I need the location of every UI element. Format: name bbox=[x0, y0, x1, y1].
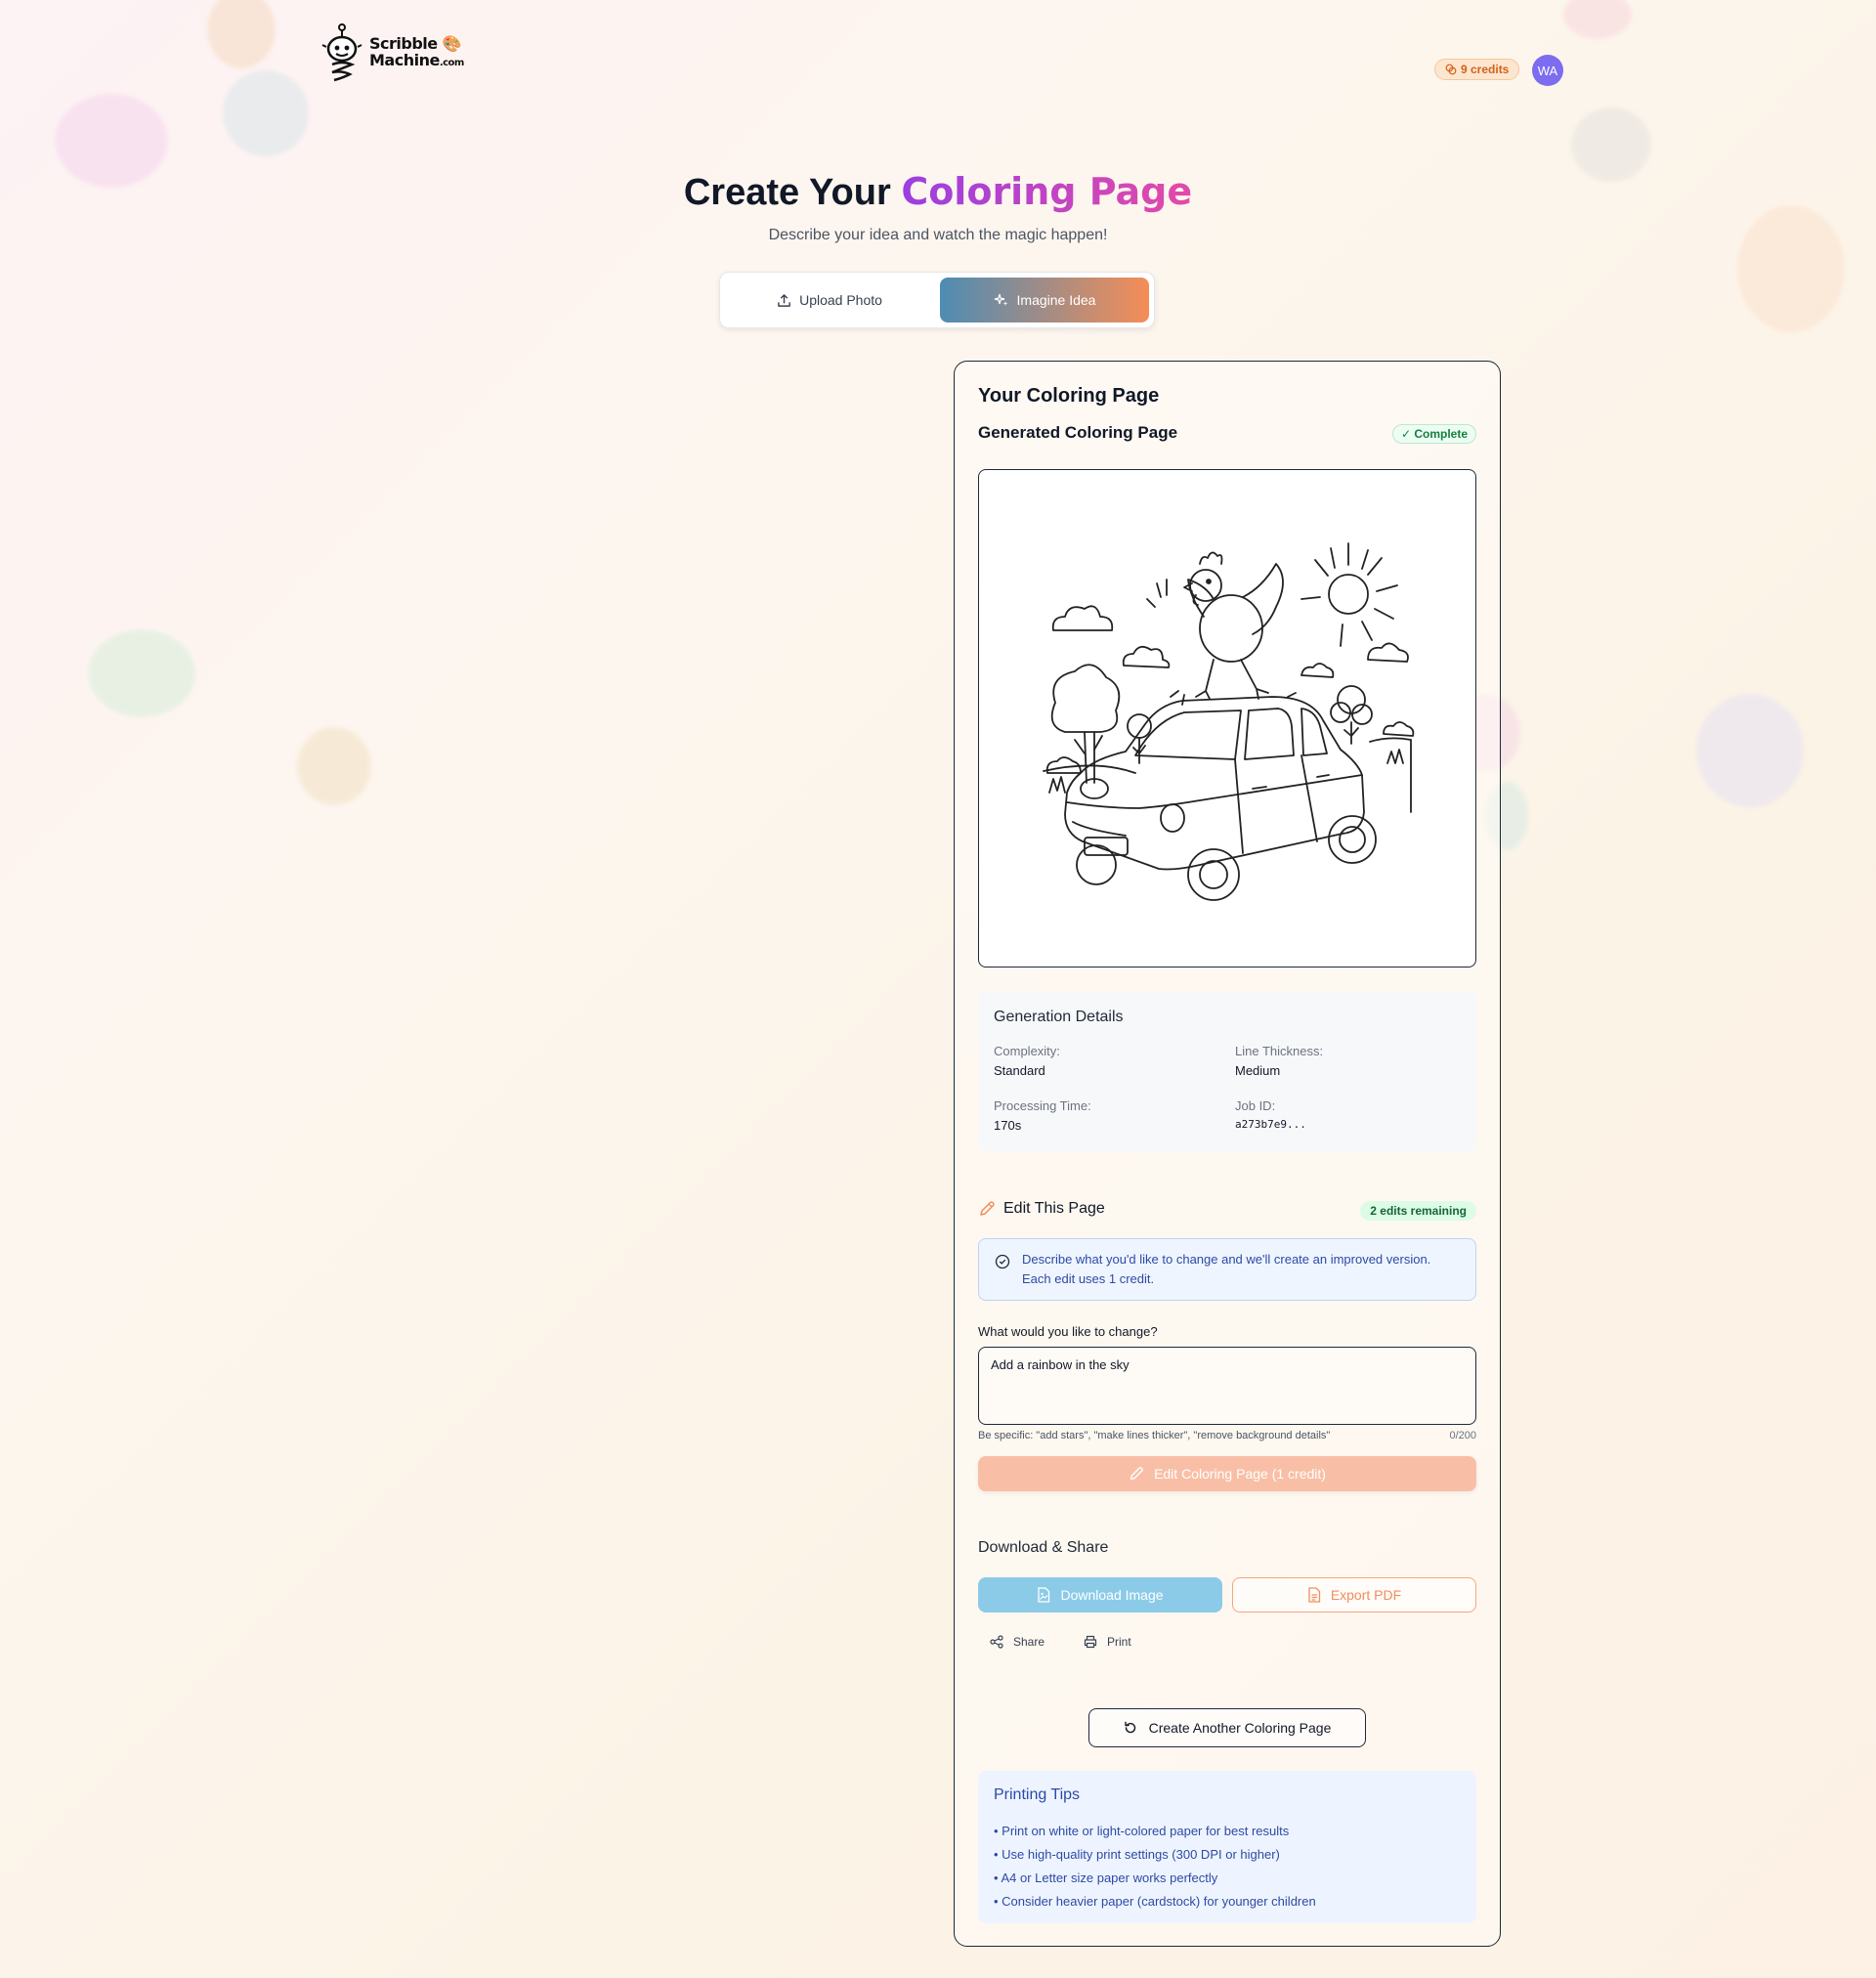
result-title: Your Coloring Page bbox=[978, 385, 1160, 407]
user-avatar[interactable]: WA bbox=[1532, 55, 1563, 86]
background-blob bbox=[1737, 205, 1845, 332]
line-thickness-value: Medium bbox=[1235, 1063, 1281, 1078]
processing-time-value: 170s bbox=[994, 1118, 1022, 1133]
download-section-title: Download & Share bbox=[978, 1539, 1109, 1556]
printing-tip: • Use high-quality print settings (300 D… bbox=[994, 1847, 1280, 1862]
pencil-icon bbox=[1130, 1467, 1143, 1481]
edit-hint: Be specific: "add stars", "make lines th… bbox=[978, 1430, 1331, 1441]
coins-icon bbox=[1445, 64, 1457, 75]
pencil-icon bbox=[980, 1201, 995, 1216]
create-another-button[interactable]: Create Another Coloring Page bbox=[1088, 1708, 1366, 1747]
avatar-initials: WA bbox=[1537, 63, 1558, 78]
background-blob bbox=[88, 629, 195, 717]
result-subtitle: Generated Coloring Page bbox=[978, 423, 1178, 442]
share-icon bbox=[990, 1635, 1003, 1649]
background-blob bbox=[1563, 0, 1632, 39]
printer-icon bbox=[1084, 1635, 1097, 1649]
coloring-page-illustration bbox=[1043, 542, 1415, 901]
brand-logo[interactable]: Scribble 🎨 Machine.com bbox=[320, 22, 467, 82]
printing-tip: • A4 or Letter size paper works perfectl… bbox=[994, 1870, 1218, 1885]
brand-name-suffix: .com bbox=[439, 58, 465, 68]
printing-tip: • Print on white or light-colored paper … bbox=[994, 1824, 1290, 1838]
imagine-idea-tab[interactable]: Imagine Idea bbox=[940, 278, 1149, 322]
generation-details-title: Generation Details bbox=[994, 1009, 1124, 1025]
edit-coloring-page-label: Edit Coloring Page (1 credit) bbox=[1154, 1466, 1326, 1482]
upload-photo-label: Upload Photo bbox=[799, 292, 882, 308]
edit-info-text: Describe what you'd like to change and w… bbox=[1022, 1252, 1431, 1286]
edit-section-title: Edit This Page bbox=[1003, 1200, 1105, 1217]
brand-name-line2: Machine bbox=[369, 51, 440, 69]
export-pdf-label: Export PDF bbox=[1330, 1587, 1402, 1603]
sun-rays bbox=[1300, 542, 1398, 647]
image-file-icon bbox=[1038, 1587, 1050, 1603]
complexity-label: Complexity: bbox=[994, 1044, 1060, 1058]
page-title-part1: Create Your bbox=[683, 172, 902, 213]
imagine-idea-label: Imagine Idea bbox=[1016, 292, 1096, 308]
job-id-label: Job ID: bbox=[1235, 1098, 1276, 1113]
edit-section-header: Edit This Page bbox=[978, 1200, 1105, 1218]
sparkles-icon bbox=[994, 293, 1008, 306]
document-icon bbox=[1308, 1587, 1320, 1603]
robot-mascot-icon bbox=[321, 23, 362, 82]
printing-tips-title: Printing Tips bbox=[994, 1786, 1081, 1803]
edit-info-box: Describe what you'd like to change and w… bbox=[978, 1238, 1476, 1301]
status-badge: ✓ Complete bbox=[1391, 424, 1476, 444]
share-label: Share bbox=[1013, 1635, 1045, 1649]
edit-request-input[interactable]: Add a rainbow in the sky bbox=[978, 1347, 1476, 1425]
char-count: 0/200 bbox=[1449, 1430, 1476, 1441]
page-title: Create Your Coloring Page bbox=[0, 170, 1876, 214]
background-blob bbox=[297, 727, 371, 805]
result-panel: Your Coloring Page Generated Coloring Pa… bbox=[954, 361, 1501, 1947]
job-id-value: a273b7e9... bbox=[1235, 1118, 1306, 1131]
download-image-label: Download Image bbox=[1060, 1587, 1164, 1603]
upload-icon bbox=[778, 293, 790, 307]
download-image-button[interactable]: Download Image bbox=[978, 1577, 1222, 1612]
create-another-label: Create Another Coloring Page bbox=[1148, 1720, 1332, 1736]
printing-tips: Printing Tips • Print on white or light-… bbox=[978, 1771, 1476, 1923]
brand-name: Scribble 🎨 Machine.com bbox=[369, 35, 464, 71]
print-label: Print bbox=[1107, 1635, 1131, 1649]
page-title-accent: Coloring Page bbox=[901, 170, 1193, 213]
line-thickness-label: Line Thickness: bbox=[1235, 1044, 1324, 1058]
mode-toggle: Upload Photo Imagine Idea bbox=[719, 272, 1155, 328]
printing-tip: • Consider heavier paper (cardstock) for… bbox=[994, 1894, 1316, 1909]
share-button[interactable]: Share bbox=[990, 1635, 1045, 1649]
refresh-icon bbox=[1124, 1721, 1135, 1734]
check-circle-icon bbox=[995, 1254, 1010, 1269]
background-blob bbox=[223, 70, 309, 156]
credits-label: 9 credits bbox=[1461, 63, 1510, 76]
upload-photo-tab[interactable]: Upload Photo bbox=[725, 278, 934, 322]
edit-field-label: What would you like to change? bbox=[978, 1324, 1158, 1339]
edit-coloring-page-button[interactable]: Edit Coloring Page (1 credit) bbox=[978, 1456, 1476, 1491]
palette-icon: 🎨 bbox=[442, 34, 462, 53]
export-pdf-button[interactable]: Export PDF bbox=[1232, 1577, 1476, 1612]
processing-time-label: Processing Time: bbox=[994, 1098, 1091, 1113]
edits-remaining-badge: 2 edits remaining bbox=[1360, 1201, 1476, 1221]
page-subtitle: Describe your idea and watch the magic h… bbox=[768, 227, 1108, 243]
print-button[interactable]: Print bbox=[1084, 1635, 1131, 1649]
coloring-page-preview[interactable] bbox=[978, 469, 1476, 968]
credits-badge[interactable]: 9 credits bbox=[1434, 59, 1520, 80]
background-blob bbox=[207, 0, 276, 68]
printing-tips-list: • Print on white or light-colored paper … bbox=[994, 1820, 1316, 1914]
complexity-value: Standard bbox=[994, 1063, 1045, 1078]
generation-details: Generation Details Complexity: Standard … bbox=[978, 991, 1476, 1151]
background-blob bbox=[1696, 694, 1804, 807]
